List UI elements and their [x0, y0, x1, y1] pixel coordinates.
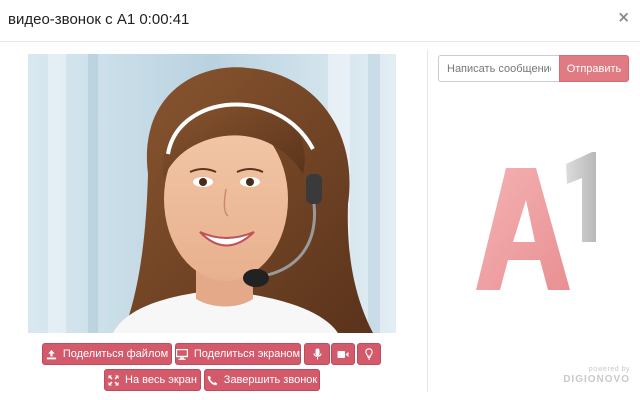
- video-feed: [28, 54, 396, 333]
- share-screen-button[interactable]: Поделиться экраном: [175, 343, 301, 365]
- send-button[interactable]: Отправить: [559, 55, 629, 82]
- a1-logo: [470, 150, 605, 292]
- fullscreen-button[interactable]: На весь экран: [104, 369, 201, 391]
- fullscreen-label: На весь экран: [125, 374, 197, 386]
- share-file-label: Поделиться файлом: [62, 348, 169, 360]
- message-input[interactable]: [438, 55, 559, 82]
- microphone-button[interactable]: [304, 343, 330, 365]
- expand-icon: [108, 375, 119, 386]
- close-icon[interactable]: ×: [617, 8, 630, 26]
- panel-divider: [427, 50, 428, 392]
- share-file-button[interactable]: Поделиться файлом: [42, 343, 172, 365]
- video-frame-image: [28, 54, 396, 333]
- phone-icon: [207, 375, 218, 386]
- camera-button[interactable]: [331, 343, 355, 365]
- microphone-icon: [312, 348, 322, 360]
- camera-icon: [337, 350, 349, 359]
- powered-by-brand: DIGIONOVO: [563, 374, 630, 385]
- monitor-icon: [175, 348, 188, 360]
- upload-icon: [46, 349, 57, 360]
- dialog-header: видео-звонок с A1 0:00:41 ×: [0, 0, 640, 42]
- end-call-button[interactable]: Завершить звонок: [204, 369, 320, 391]
- powered-by: powered by DIGIONOVO: [563, 365, 630, 386]
- powered-by-label: powered by: [588, 366, 630, 373]
- call-title: видео-звонок с A1 0:00:41: [8, 11, 190, 28]
- end-call-label: Завершить звонок: [223, 374, 318, 386]
- lightbulb-icon: [365, 348, 373, 360]
- share-screen-label: Поделиться экраном: [193, 348, 301, 360]
- lightbulb-button[interactable]: [357, 343, 381, 365]
